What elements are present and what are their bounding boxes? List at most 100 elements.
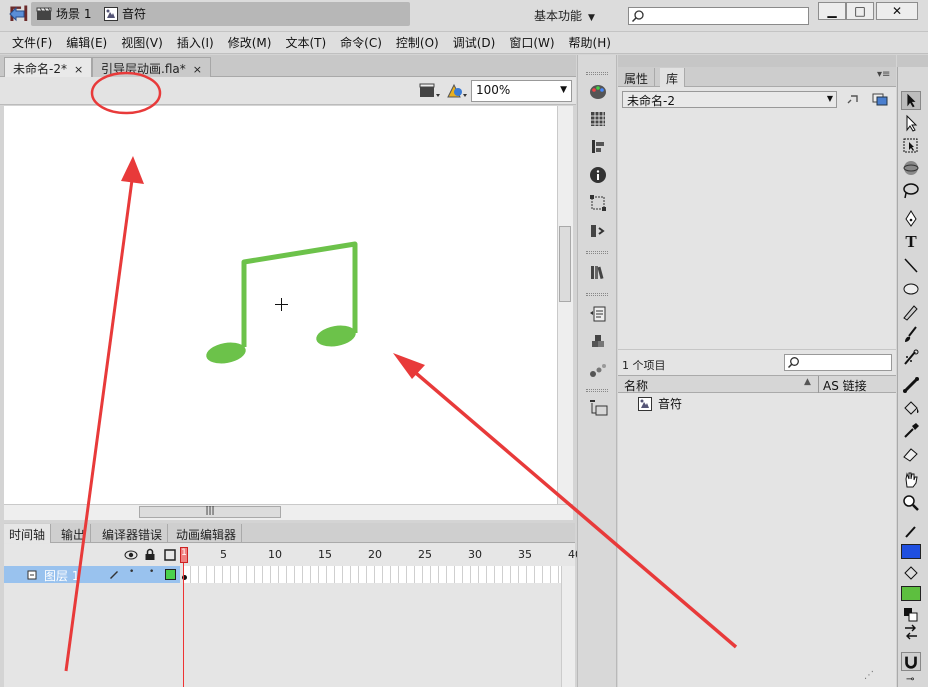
close-icon[interactable]: × — [74, 63, 83, 76]
swatches-icon[interactable] — [588, 110, 608, 128]
back-arrow-icon[interactable] — [8, 5, 26, 23]
layer-row[interactable]: 图层 1 • • — [4, 566, 180, 583]
fill-color-swatch[interactable] — [901, 586, 921, 601]
maximize-button[interactable]: □ — [846, 2, 874, 20]
column-name[interactable]: 名称 — [624, 377, 648, 394]
transform-icon[interactable] — [588, 194, 608, 212]
motion-presets-icon[interactable] — [588, 361, 608, 379]
scene-breadcrumb[interactable]: 场景 1 — [36, 5, 91, 22]
library-search-input[interactable] — [784, 354, 892, 371]
align-icon[interactable] — [588, 137, 608, 155]
code-snippets-icon[interactable] — [588, 222, 608, 240]
stage-vertical-scrollbar[interactable] — [557, 106, 573, 504]
menu-text[interactable]: 文本(T) — [278, 34, 333, 51]
zoom-tool-icon[interactable] — [901, 493, 921, 512]
eye-icon[interactable] — [124, 549, 138, 561]
frame-ruler[interactable]: 51015202530354045 — [183, 546, 632, 566]
horizontal-scroll-thumb[interactable]: ||| — [139, 506, 281, 518]
pencil-icon — [110, 571, 118, 579]
menu-help[interactable]: 帮助(H) — [562, 34, 618, 51]
color-palette-icon[interactable] — [588, 83, 608, 101]
library-document-select[interactable]: 未命名-2 ▼ — [622, 91, 837, 108]
oval-tool-icon[interactable] — [901, 279, 921, 298]
vertical-scroll-thumb[interactable] — [559, 226, 571, 302]
menu-control[interactable]: 控制(O) — [389, 34, 446, 51]
tab-motion-editor[interactable]: 动画编辑器 — [171, 524, 243, 543]
hand-tool-icon[interactable] — [901, 470, 921, 489]
selection-tool-icon[interactable] — [901, 91, 921, 110]
snap-to-objects-icon[interactable] — [901, 652, 921, 671]
stroke-color-swatch[interactable] — [901, 544, 921, 559]
menu-modify[interactable]: 修改(M) — [221, 34, 279, 51]
lasso-tool-icon[interactable] — [901, 181, 921, 200]
menu-window[interactable]: 窗口(W) — [502, 34, 561, 51]
tab-untitled-2[interactable]: 未命名-2* × — [4, 57, 93, 77]
help-search-input[interactable] — [628, 7, 809, 25]
timeline-scrollbar[interactable] — [561, 566, 575, 687]
library-icon[interactable] — [588, 263, 608, 281]
eraser-tool-icon[interactable] — [901, 444, 921, 463]
menu-file[interactable]: 文件(F) — [5, 34, 59, 51]
tab-output[interactable]: 输出 — [56, 524, 92, 543]
symbol-breadcrumb[interactable]: 音符 — [104, 5, 146, 22]
playhead[interactable]: 1 — [180, 547, 188, 563]
subselection-tool-icon[interactable] — [901, 114, 921, 133]
tab-guide-layer-animation[interactable]: 引导层动画.fla* × — [92, 57, 211, 77]
menu-commands[interactable]: 命令(C) — [333, 34, 389, 51]
workspace-switcher[interactable]: 基本功能 ▼ — [534, 7, 595, 24]
close-button[interactable]: ✕ — [876, 2, 918, 20]
document-tabs: 未命名-2* × 引导层动画.fla* × — [0, 55, 576, 77]
brush-tool-icon[interactable] — [901, 325, 921, 344]
pen-tool-icon[interactable] — [901, 209, 921, 228]
tab-timeline[interactable]: 时间轴 — [4, 524, 52, 543]
deco-tool-icon[interactable] — [901, 348, 921, 367]
swap-colors-icon[interactable] — [901, 623, 921, 642]
outline-color-swatch[interactable] — [165, 569, 176, 580]
free-transform-tool-icon[interactable] — [901, 136, 921, 155]
sort-icon[interactable]: ▲ — [804, 377, 811, 387]
minimize-button[interactable]: ▁ — [818, 2, 846, 20]
menu-view[interactable]: 视图(V) — [114, 34, 170, 51]
lock-icon[interactable] — [144, 548, 156, 561]
line-tool-icon[interactable] — [901, 256, 921, 275]
menu-insert[interactable]: 插入(I) — [170, 34, 221, 51]
cubes-icon[interactable] — [588, 333, 608, 351]
panel-menu-icon[interactable]: ▾≡ — [877, 69, 890, 80]
menu-edit[interactable]: 编辑(E) — [59, 34, 114, 51]
info-icon[interactable] — [588, 166, 608, 184]
new-library-panel-icon[interactable] — [872, 93, 888, 106]
edit-scene-icon[interactable] — [418, 81, 442, 101]
bone-tool-icon[interactable] — [901, 375, 921, 394]
black-and-white-icon[interactable] — [901, 605, 921, 624]
grip-handle[interactable] — [586, 293, 608, 296]
library-item[interactable]: 音符 — [638, 395, 682, 412]
zoom-select[interactable]: 100% ▼ — [471, 80, 572, 102]
grip-handle[interactable] — [586, 389, 608, 392]
menu-debug[interactable]: 调试(D) — [446, 34, 503, 51]
smooth-icon[interactable]: ⊸ — [906, 674, 914, 685]
frame-cells[interactable] — [183, 566, 561, 583]
stage-horizontal-scrollbar[interactable] — [4, 504, 573, 520]
resize-grip-icon[interactable]: ⋰ — [864, 670, 874, 681]
paint-bucket-tool-icon[interactable] — [901, 399, 921, 418]
column-linkage[interactable]: AS 链接 — [823, 377, 867, 394]
close-icon[interactable]: × — [193, 63, 202, 76]
outline-icon[interactable] — [164, 549, 176, 561]
3d-rotation-tool-icon[interactable] — [901, 158, 921, 177]
edit-symbols-icon[interactable] — [445, 81, 469, 101]
eyedropper-tool-icon[interactable] — [901, 421, 921, 440]
tab-properties[interactable]: 属性 — [618, 68, 656, 87]
frame-number: 5 — [220, 548, 227, 561]
grip-handle[interactable] — [586, 72, 608, 75]
stroke-color-icon — [905, 526, 916, 538]
lock-dot[interactable]: • — [149, 567, 154, 577]
pencil-tool-icon[interactable] — [901, 302, 921, 321]
tab-compiler-errors[interactable]: 编译器错误 — [97, 524, 169, 543]
pin-icon[interactable] — [846, 93, 860, 106]
tab-library[interactable]: 库 — [660, 68, 686, 87]
text-tool-icon[interactable]: T — [901, 232, 921, 251]
grip-handle[interactable] — [586, 251, 608, 254]
components-icon[interactable] — [588, 305, 608, 323]
visibility-dot[interactable]: • — [129, 567, 134, 577]
project-icon[interactable] — [588, 399, 608, 417]
